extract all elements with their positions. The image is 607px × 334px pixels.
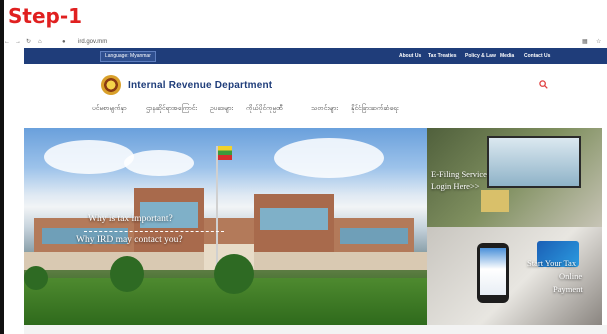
search-icon[interactable] [539,80,548,89]
hero-banner: Why is tax important? Why IRD may contac… [24,128,427,325]
ird-logo[interactable] [101,75,121,95]
secure-lock-icon: ● [62,39,66,45]
monitor-image [487,136,581,188]
bookmark-star-icon[interactable]: ☆ [596,38,601,46]
phone-image [477,243,509,303]
left-border [0,0,4,334]
tree [214,254,254,294]
myanmar-flag [218,146,232,160]
why-tax-important-link[interactable]: Why is tax important? [88,214,173,224]
cloud [124,150,194,176]
menu-international[interactable]: နိုင်ငံခြားဆက်ဆံရေး [351,105,398,114]
extensions-icon[interactable]: ▦ [582,38,588,46]
cloud [274,138,384,178]
calculator-image [481,190,509,212]
address-bar[interactable]: ird.gov.mm [78,38,107,46]
site-title[interactable]: Internal Revenue Department [128,80,272,91]
payment-text-3[interactable]: Payment [553,284,583,295]
page-bottom [24,325,607,334]
step-title: Step-1 [8,4,83,28]
home-icon[interactable]: ⌂ [38,38,42,46]
online-payment-panel[interactable]: Start Your Tax Online Payment [427,227,602,325]
topnav-policy-law[interactable]: Policy & Law [465,52,496,60]
site-header: Internal Revenue Department ပင်မစာမျက်နှ… [24,64,607,128]
topnav-contact[interactable]: Contact Us [524,52,550,60]
language-select[interactable]: Language: Myanmar [100,51,156,62]
cloud [44,140,134,174]
payment-text-2[interactable]: Online [559,271,582,282]
topnav-about[interactable]: About Us [399,52,421,60]
topnav-media[interactable]: Media [500,52,514,60]
efiling-text-1[interactable]: E-Filing Service [431,169,487,180]
hero-divider [84,231,224,232]
menu-laws[interactable]: ဥပဒေများ [210,105,233,114]
menu-home[interactable]: ပင်မစာမျက်နှာ [92,105,127,114]
why-ird-contact-link[interactable]: Why IRD may contact you? [76,235,183,245]
flag-pole [216,146,218,268]
back-arrow-icon[interactable]: ← [4,38,10,46]
forward-arrow-icon[interactable]: → [15,38,21,46]
phone-screen [480,248,506,295]
tree [110,256,144,292]
reload-icon[interactable]: ↻ [26,38,31,46]
payment-text-1[interactable]: Start Your Tax [527,258,576,269]
menu-news[interactable]: သတင်းများ [311,105,338,114]
efiling-text-2[interactable]: Login Here>> [431,181,480,192]
top-navigation: Language: Myanmar About Us Tax Treaties … [24,48,607,64]
topnav-tax-treaties[interactable]: Tax Treaties [428,52,457,60]
efiling-panel[interactable]: E-Filing Service Login Here>> [427,128,602,227]
menu-companies[interactable]: ကိုယ်ပိုင်ကုမ္ပဏီ [246,105,283,114]
tree [24,266,48,290]
menu-about-department[interactable]: ဌာနဆိုင်ရာအကြောင်း [146,105,197,114]
browser-toolbar: ← → ↻ ⌂ ● ird.gov.mm ▦ ☆ [4,36,607,48]
